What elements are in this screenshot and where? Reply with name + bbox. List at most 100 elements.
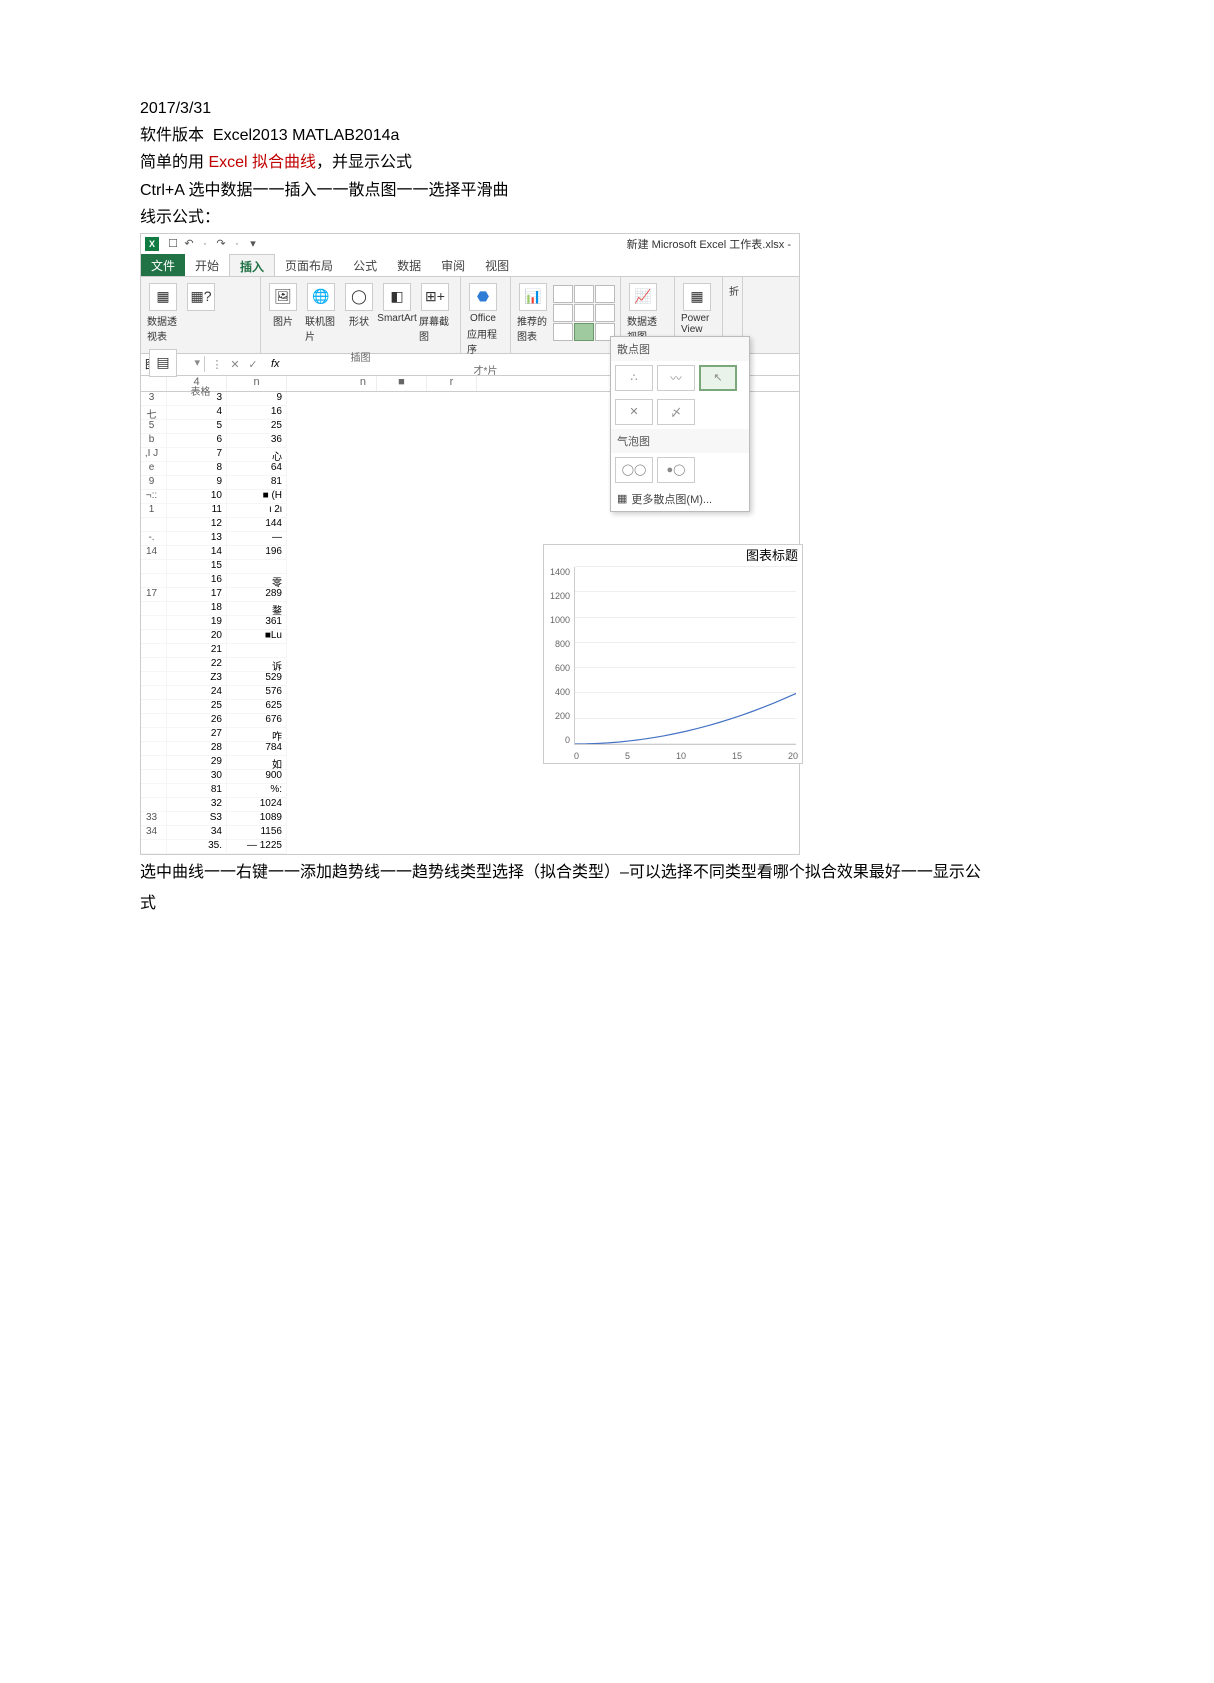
btn-screenshot[interactable]: ⊞+屏幕截图 <box>417 281 453 345</box>
btn-smartart[interactable]: ◧SmartArt <box>379 281 415 345</box>
cell[interactable]: 144 <box>227 518 287 532</box>
tab-file[interactable]: 文件 <box>141 254 185 276</box>
cell[interactable]: 289 <box>227 588 287 602</box>
chart-line-icon[interactable] <box>574 285 594 303</box>
cell[interactable]: 咋 <box>227 728 287 742</box>
row-header[interactable]: 1 <box>141 504 167 518</box>
cell[interactable]: 34 <box>167 826 227 840</box>
cell[interactable]: S3 <box>167 812 227 826</box>
cell[interactable]: 16 <box>227 406 287 420</box>
excel-icon[interactable]: X <box>145 237 159 251</box>
row-header[interactable] <box>141 560 167 574</box>
cell[interactable]: 10 <box>167 490 227 504</box>
cell[interactable]: 27 <box>167 728 227 742</box>
tab-layout[interactable]: 页面布局 <box>275 254 343 276</box>
bubble-opt-1[interactable]: ◯◯ <box>615 457 653 483</box>
cell[interactable]: — 1225 <box>227 840 287 854</box>
cell[interactable]: 36 <box>227 434 287 448</box>
row-header[interactable]: e <box>141 462 167 476</box>
bubble-opt-2[interactable]: ●◯ <box>657 457 695 483</box>
chart-area-icon[interactable] <box>553 304 573 322</box>
btn-rec-pivot[interactable]: ▦? <box>183 281 219 345</box>
chart-combo-icon[interactable] <box>595 304 615 322</box>
btn-table[interactable]: ▤ <box>145 347 181 379</box>
scatter-opt-1[interactable]: ∴ <box>615 365 653 391</box>
btn-office-apps[interactable]: ⬣Office应用程序 <box>465 281 501 358</box>
cell[interactable]: 81 <box>227 476 287 490</box>
scatter-opt-smooth[interactable]: ↖ <box>699 365 737 391</box>
cell[interactable]: 676 <box>227 714 287 728</box>
row-header[interactable]: 14 <box>141 546 167 560</box>
chart-misc-icon[interactable] <box>595 285 615 303</box>
cell[interactable]: — <box>227 532 287 546</box>
cell[interactable]: 9 <box>227 392 287 406</box>
row-header[interactable] <box>141 742 167 756</box>
chart-col-icon[interactable] <box>574 304 594 322</box>
cell[interactable]: 14 <box>167 546 227 560</box>
row-header[interactable] <box>141 574 167 588</box>
chart-scatter-icon[interactable] <box>574 323 594 341</box>
row-header[interactable]: -. <box>141 532 167 546</box>
cell[interactable]: 900 <box>227 770 287 784</box>
cell[interactable]: 17 <box>167 588 227 602</box>
tab-home[interactable]: 开始 <box>185 254 229 276</box>
cell[interactable]: 25 <box>167 700 227 714</box>
cell[interactable]: 如 <box>227 756 287 770</box>
row-header[interactable]: b <box>141 434 167 448</box>
row-header[interactable] <box>141 672 167 686</box>
btn-shape[interactable]: ◯形状 <box>341 281 377 345</box>
cell[interactable]: 26 <box>167 714 227 728</box>
tab-formulas[interactable]: 公式 <box>343 254 387 276</box>
cell[interactable]: 64 <box>227 462 287 476</box>
chart-bar-icon[interactable] <box>553 285 573 303</box>
cell[interactable]: 12 <box>167 518 227 532</box>
cell[interactable]: ■ (H <box>227 490 287 504</box>
cell[interactable]: 196 <box>227 546 287 560</box>
cell[interactable]: 24 <box>167 686 227 700</box>
cell[interactable]: 鍪 <box>227 602 287 616</box>
btn-online[interactable]: 🌐联机图片 <box>303 281 339 345</box>
cell[interactable]: 7 <box>167 448 227 462</box>
cell[interactable]: 13 <box>167 532 227 546</box>
chart-type-grid[interactable] <box>553 281 615 341</box>
qa-dropdown-icon[interactable]: ▾ <box>245 237 261 250</box>
row-header[interactable] <box>141 840 167 854</box>
tab-data[interactable]: 数据 <box>387 254 431 276</box>
cell[interactable]: 21 <box>167 644 227 658</box>
cell[interactable]: 18 <box>167 602 227 616</box>
row-header[interactable]: 9 <box>141 476 167 490</box>
row-header[interactable]: 5 <box>141 420 167 434</box>
qa-redo-icon[interactable]: ↷ <box>213 237 229 250</box>
cell[interactable]: 29 <box>167 756 227 770</box>
row-header[interactable] <box>141 630 167 644</box>
cell[interactable]: 30 <box>167 770 227 784</box>
cell[interactable]: 9 <box>167 476 227 490</box>
row-header[interactable]: ¬:: <box>141 490 167 504</box>
cell[interactable]: 15 <box>167 560 227 574</box>
cell[interactable]: 诉 <box>227 658 287 672</box>
cell[interactable]: 529 <box>227 672 287 686</box>
cell[interactable]: 35. <box>167 840 227 854</box>
row-header[interactable] <box>141 686 167 700</box>
cell[interactable]: 28 <box>167 742 227 756</box>
row-header[interactable]: 七 <box>141 406 167 420</box>
cell[interactable]: 16 <box>167 574 227 588</box>
cell[interactable]: 心 <box>227 448 287 462</box>
row-header[interactable] <box>141 644 167 658</box>
cell[interactable]: 3 <box>167 392 227 406</box>
row-header[interactable]: 33 <box>141 812 167 826</box>
tab-view[interactable]: 视图 <box>475 254 519 276</box>
row-header[interactable] <box>141 728 167 742</box>
cell[interactable]: 784 <box>227 742 287 756</box>
row-header[interactable]: ,I J <box>141 448 167 462</box>
row-header[interactable] <box>141 714 167 728</box>
cell[interactable]: 1089 <box>227 812 287 826</box>
row-header[interactable]: 17 <box>141 588 167 602</box>
cell[interactable]: 20 <box>167 630 227 644</box>
cell[interactable]: 1156 <box>227 826 287 840</box>
row-header[interactable] <box>141 616 167 630</box>
btn-powerview[interactable]: ▦Power View <box>679 281 715 337</box>
cell[interactable]: 6 <box>167 434 227 448</box>
row-header[interactable] <box>141 700 167 714</box>
tab-insert[interactable]: 插入 <box>229 254 275 276</box>
